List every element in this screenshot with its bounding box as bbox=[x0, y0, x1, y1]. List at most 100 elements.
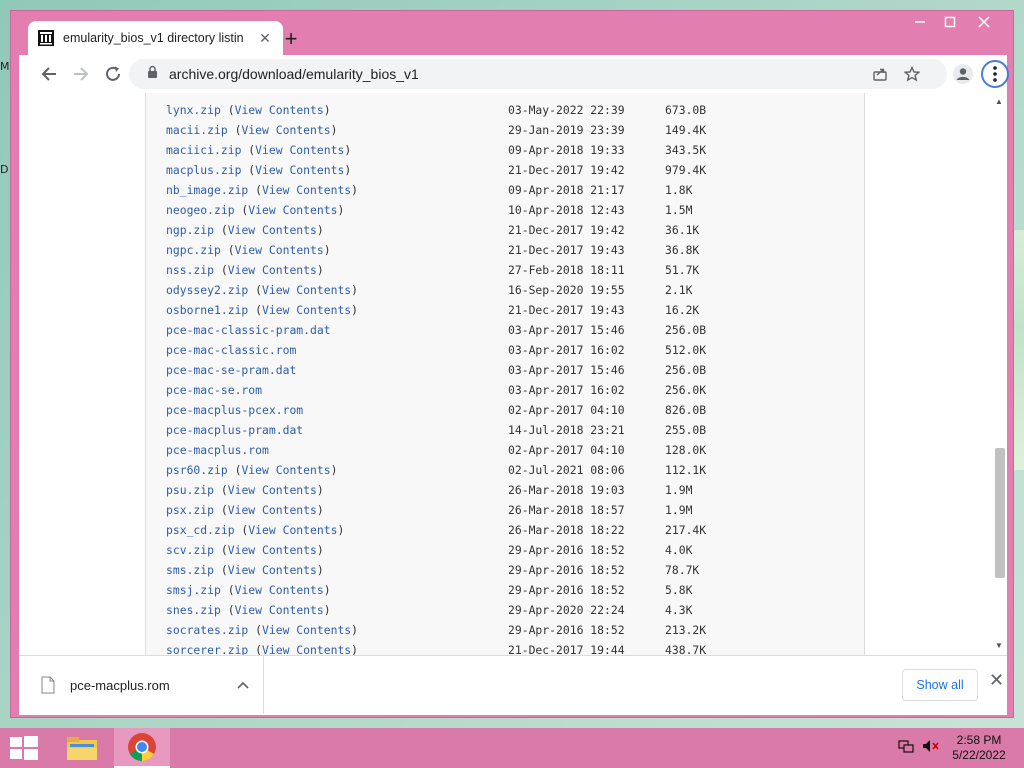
file-link[interactable]: sorcerer.zip bbox=[166, 643, 248, 655]
view-contents-link[interactable]: View Contents bbox=[255, 143, 344, 157]
listing-row: psr60.zip (View Contents) 02-Jul-2021 08:… bbox=[166, 460, 706, 480]
file-link[interactable]: sms.zip bbox=[166, 563, 214, 577]
file-link[interactable]: psx_cd.zip bbox=[166, 523, 235, 537]
arrow-right-icon bbox=[74, 67, 89, 81]
listing-row: maciici.zip (View Contents) 09-Apr-2018 1… bbox=[166, 140, 706, 160]
network-icon[interactable] bbox=[898, 738, 914, 757]
volume-muted-icon[interactable] bbox=[922, 738, 940, 757]
listing-row: macplus.zip (View Contents) 21-Dec-2017 1… bbox=[166, 160, 706, 180]
file-link[interactable]: smsj.zip bbox=[166, 583, 221, 597]
listing-row: ngp.zip (View Contents) 21-Dec-2017 19:42… bbox=[166, 220, 699, 240]
file-icon bbox=[41, 676, 55, 694]
view-contents-link[interactable]: View Contents bbox=[235, 583, 324, 597]
file-link[interactable]: pce-mac-se-pram.dat bbox=[166, 363, 296, 377]
scrollbar-thumb[interactable] bbox=[995, 448, 1005, 578]
file-link[interactable]: ngp.zip bbox=[166, 223, 214, 237]
file-size: 1.8K bbox=[665, 183, 693, 197]
forward-button[interactable] bbox=[67, 60, 95, 88]
view-contents-link[interactable]: View Contents bbox=[228, 563, 317, 577]
file-link[interactable]: pce-mac-classic-pram.dat bbox=[166, 323, 331, 337]
file-link[interactable]: psu.zip bbox=[166, 483, 214, 497]
paren-close: ) bbox=[337, 203, 345, 217]
bookmark-star-icon[interactable] bbox=[901, 63, 923, 85]
show-all-button[interactable]: Show all bbox=[902, 669, 978, 701]
system-clock[interactable]: 2:58 PM 5/22/2022 bbox=[944, 733, 1014, 763]
tab-close-icon[interactable]: ✕ bbox=[257, 30, 273, 47]
file-date: 29-Apr-2020 22:24 bbox=[508, 603, 625, 617]
file-date: 21-Dec-2017 19:43 bbox=[508, 243, 625, 257]
listing-row: nb_image.zip (View Contents) 09-Apr-2018 … bbox=[166, 180, 692, 200]
view-contents-link[interactable]: View Contents bbox=[248, 203, 337, 217]
file-link[interactable]: neogeo.zip bbox=[166, 203, 235, 217]
file-link[interactable]: psr60.zip bbox=[166, 463, 228, 477]
file-link[interactable]: pce-macplus-pcex.rom bbox=[166, 403, 303, 417]
view-contents-link[interactable]: View Contents bbox=[228, 223, 317, 237]
view-contents-link[interactable]: View Contents bbox=[262, 643, 351, 655]
new-tab-button[interactable]: + bbox=[277, 25, 305, 53]
view-contents-link[interactable]: View Contents bbox=[255, 163, 344, 177]
file-link[interactable]: nb_image.zip bbox=[166, 183, 248, 197]
scroll-up-icon[interactable]: ▲ bbox=[995, 97, 1003, 106]
view-contents-link[interactable]: View Contents bbox=[235, 243, 324, 257]
view-contents-link[interactable]: View Contents bbox=[235, 603, 324, 617]
browser-menu-button[interactable] bbox=[981, 60, 1009, 88]
paren-close: ) bbox=[316, 563, 324, 577]
reload-button[interactable] bbox=[99, 60, 127, 88]
chevron-up-icon[interactable] bbox=[237, 676, 249, 692]
file-link[interactable]: osborne1.zip bbox=[166, 303, 248, 317]
file-link[interactable]: nss.zip bbox=[166, 263, 214, 277]
taskbar-file-explorer[interactable] bbox=[54, 728, 110, 768]
tab-emularity[interactable]: emularity_bios_v1 directory listin ✕ bbox=[28, 21, 283, 55]
scroll-down-icon[interactable]: ▼ bbox=[995, 641, 1003, 650]
file-link[interactable]: pce-macplus-pram.dat bbox=[166, 423, 303, 437]
desktop-label-d: D bbox=[0, 163, 9, 176]
back-button[interactable] bbox=[35, 60, 63, 88]
file-link[interactable]: odyssey2.zip bbox=[166, 283, 248, 297]
file-link[interactable]: pce-mac-se.rom bbox=[166, 383, 262, 397]
file-link[interactable]: maciici.zip bbox=[166, 143, 241, 157]
view-contents-link[interactable]: View Contents bbox=[228, 543, 317, 557]
address-bar[interactable]: archive.org/download/emularity_bios_v1 bbox=[129, 59, 947, 89]
view-contents-link[interactable]: View Contents bbox=[228, 503, 317, 517]
view-contents-link[interactable]: View Contents bbox=[262, 623, 351, 637]
tab-strip: emularity_bios_v1 directory listin ✕ + bbox=[11, 11, 1013, 55]
view-contents-link[interactable]: View Contents bbox=[228, 263, 317, 277]
taskbar-chrome[interactable] bbox=[114, 728, 170, 768]
file-link[interactable]: psx.zip bbox=[166, 503, 214, 517]
file-link[interactable]: ngpc.zip bbox=[166, 243, 221, 257]
paren-close: ) bbox=[316, 263, 324, 277]
view-contents-link[interactable]: View Contents bbox=[248, 523, 337, 537]
view-contents-link[interactable]: View Contents bbox=[241, 463, 330, 477]
download-item[interactable]: pce-macplus.rom bbox=[19, 656, 264, 714]
paren-close: ) bbox=[323, 243, 331, 257]
listing-row: psx_cd.zip (View Contents) 26-Mar-2018 18… bbox=[166, 520, 706, 540]
profile-button[interactable] bbox=[949, 60, 977, 88]
close-download-bar-icon[interactable]: ✕ bbox=[989, 670, 1004, 691]
download-bar: pce-macplus.rom Show all ✕ bbox=[19, 655, 1007, 715]
page-scrollbar[interactable]: ▲ ▼ bbox=[992, 93, 1007, 655]
view-contents-link[interactable]: View Contents bbox=[262, 183, 351, 197]
view-contents-link[interactable]: View Contents bbox=[228, 483, 317, 497]
file-link[interactable]: pce-mac-classic.rom bbox=[166, 343, 296, 357]
paren-open: ( bbox=[220, 243, 235, 257]
file-date: 02-Jul-2021 08:06 bbox=[508, 463, 625, 477]
view-contents-link[interactable]: View Contents bbox=[235, 103, 324, 117]
paren-open: ( bbox=[248, 283, 263, 297]
listing-row: pce-mac-se.rom 03-Apr-2017 16:02 256.0K bbox=[166, 380, 706, 400]
file-link[interactable]: macii.zip bbox=[166, 123, 228, 137]
view-contents-link[interactable]: View Contents bbox=[262, 283, 351, 297]
file-link[interactable]: snes.zip bbox=[166, 603, 221, 617]
file-link[interactable]: lynx.zip bbox=[166, 103, 221, 117]
view-contents-link[interactable]: View Contents bbox=[262, 303, 351, 317]
file-size: 673.0B bbox=[665, 103, 707, 117]
share-icon[interactable] bbox=[869, 63, 891, 85]
directory-listing: lynx.zip (View Contents) 03-May-2022 22:3… bbox=[145, 93, 865, 655]
paren-open: ( bbox=[248, 183, 263, 197]
file-link[interactable]: scv.zip bbox=[166, 543, 214, 557]
windows-start-button[interactable] bbox=[10, 736, 38, 760]
file-link[interactable]: socrates.zip bbox=[166, 623, 248, 637]
file-link[interactable]: pce-macplus.rom bbox=[166, 443, 269, 457]
view-contents-link[interactable]: View Contents bbox=[241, 123, 330, 137]
listing-row: nss.zip (View Contents) 27-Feb-2018 18:11… bbox=[166, 260, 699, 280]
file-link[interactable]: macplus.zip bbox=[166, 163, 241, 177]
